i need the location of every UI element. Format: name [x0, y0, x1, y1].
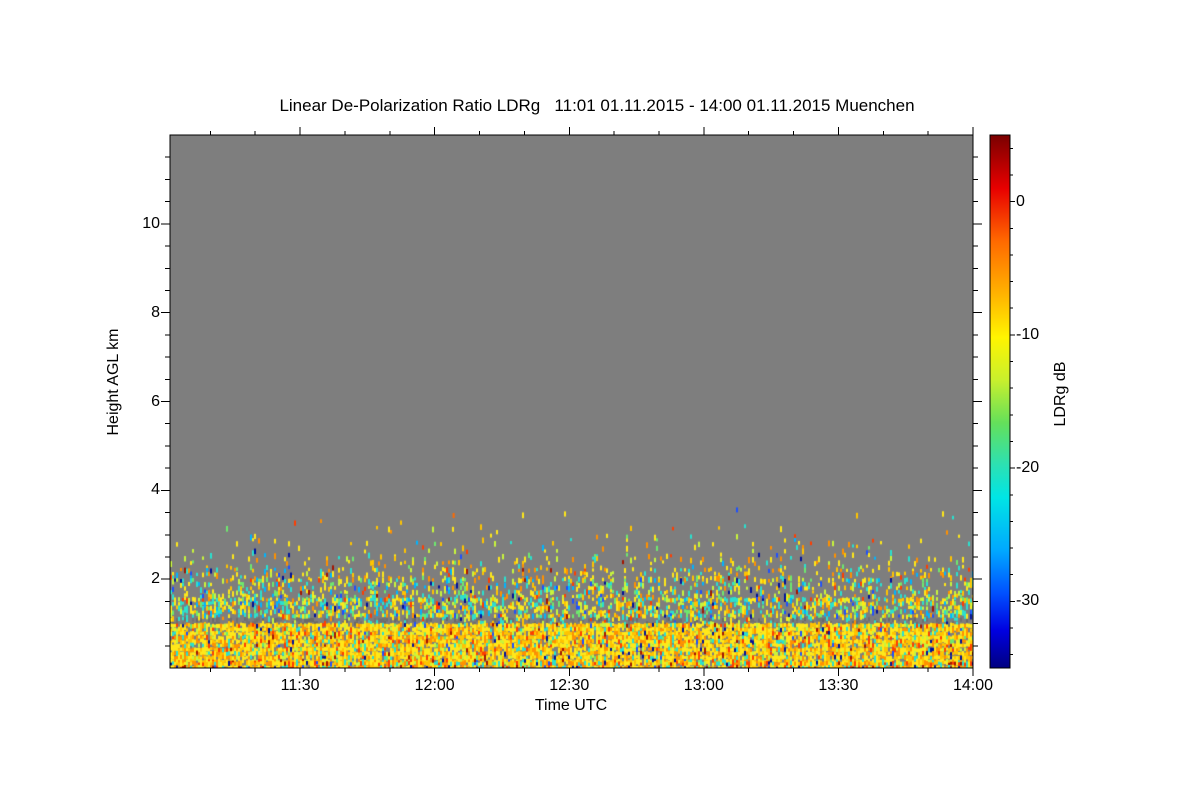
- y-tick-label: 8: [151, 303, 160, 321]
- colorbar: [990, 135, 1010, 668]
- colorbar-title: LDRg dB: [1052, 361, 1069, 427]
- x-tick-label: 11:30: [280, 677, 320, 694]
- y-tick-label: 6: [151, 392, 160, 410]
- x-tick-label: 14:00: [952, 677, 994, 694]
- ldr-time-height-plot: Linear De-Polarization Ratio LDRg 11:01 …: [0, 0, 1200, 800]
- y-tick-label: 4: [151, 481, 160, 499]
- speckle-heatmap-canvas: [170, 135, 973, 668]
- page-title: Linear De-Polarization Ratio LDRg 11:01 …: [279, 96, 915, 115]
- x-tick-label: 12:00: [414, 677, 455, 694]
- x-tick-label: 13:00: [683, 677, 724, 694]
- colorbar-tick-label: 0: [1016, 192, 1025, 210]
- x-tick-label: 13:30: [818, 677, 859, 694]
- y-tick-label: 10: [142, 214, 160, 232]
- x-tick-label: 12:30: [549, 677, 590, 694]
- y-axis-title: Height AGL km: [105, 328, 122, 436]
- colorbar-tick-label: -10: [1016, 325, 1040, 343]
- x-axis-title: Time UTC: [534, 697, 608, 714]
- colorbar-tick-label: -20: [1016, 459, 1040, 477]
- colorbar-tick-label: -30: [1016, 592, 1040, 610]
- y-tick-label: 2: [151, 570, 160, 588]
